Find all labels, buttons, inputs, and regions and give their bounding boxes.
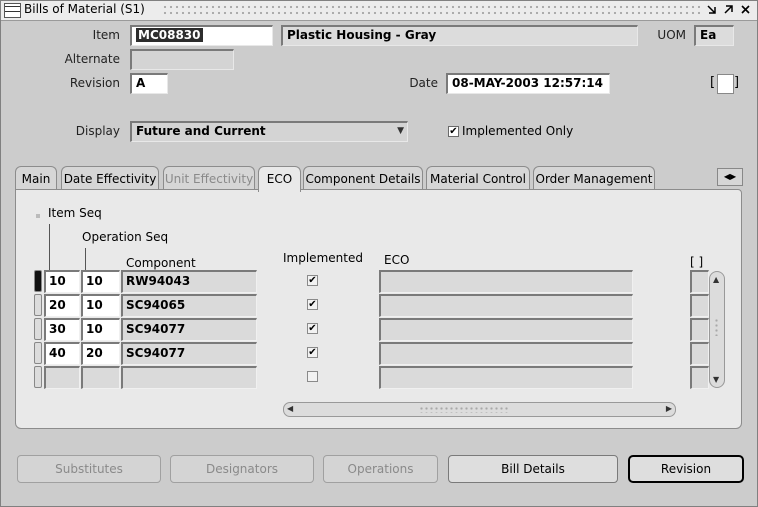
- flexfield-cell[interactable]: [690, 270, 709, 293]
- item-seq-marker: [36, 214, 40, 218]
- item-seq-cell[interactable]: 40: [44, 342, 80, 365]
- alternate-label: Alternate: [64, 52, 120, 66]
- eco-cell[interactable]: [379, 318, 633, 341]
- implemented-checkbox[interactable]: ✔: [307, 347, 318, 358]
- flexfield-cell[interactable]: [690, 318, 709, 341]
- alternate-field[interactable]: [130, 49, 234, 70]
- row-indicator[interactable]: [34, 342, 42, 364]
- eco-cell[interactable]: [379, 270, 633, 293]
- display-label: Display: [75, 124, 120, 138]
- app-icon: [4, 3, 21, 18]
- col-implemented: Implemented: [283, 251, 363, 265]
- item-seq-connector: [49, 224, 50, 270]
- tab-scroll-arrows-icon[interactable]: ◀▶: [717, 168, 743, 186]
- col-flexfield: [ ]: [690, 255, 704, 269]
- scroll-thumb[interactable]: [714, 318, 720, 336]
- tab-eco[interactable]: ECO: [258, 166, 301, 192]
- descriptive-flexfield[interactable]: [ ]: [710, 74, 740, 94]
- tab-material-control[interactable]: Material Control: [426, 166, 530, 190]
- item-description-field[interactable]: Plastic Housing - Gray: [281, 25, 638, 46]
- flexfield-bracket-left: [: [710, 75, 716, 90]
- uom-label: UOM: [657, 28, 686, 42]
- implemented-checkbox[interactable]: [307, 371, 318, 382]
- op-seq-cell[interactable]: 10: [81, 294, 120, 317]
- implemented-checkbox[interactable]: ✔: [307, 299, 318, 310]
- op-seq-cell[interactable]: 10: [81, 318, 120, 341]
- tab-main[interactable]: Main: [15, 166, 57, 190]
- scroll-right-icon[interactable]: ▶: [666, 404, 672, 413]
- row-indicator[interactable]: [34, 366, 42, 388]
- window-title: Bills of Material (S1): [24, 2, 145, 16]
- tab-date-effectivity[interactable]: Date Effectivity: [61, 166, 159, 190]
- eco-cell[interactable]: [379, 294, 633, 317]
- titlebar-pattern: [162, 4, 700, 15]
- component-cell[interactable]: [121, 366, 257, 389]
- flexfield-cell[interactable]: [690, 342, 709, 365]
- col-operation-seq: Operation Seq: [82, 230, 169, 244]
- item-label: Item: [92, 28, 120, 42]
- item-field[interactable]: MC08830: [130, 25, 273, 46]
- row-indicator[interactable]: [34, 270, 42, 292]
- vertical-scrollbar[interactable]: ▲ ▼: [709, 271, 725, 388]
- flexfield-bracket-right: ]: [734, 75, 740, 90]
- revision-field[interactable]: A: [130, 73, 168, 94]
- scroll-left-icon[interactable]: ◀: [287, 404, 293, 413]
- designators-button: Designators: [170, 455, 314, 483]
- chevron-down-icon: ▼: [397, 126, 404, 136]
- item-value: MC08830: [136, 28, 203, 42]
- display-value: Future and Current: [136, 124, 266, 138]
- revision-button[interactable]: Revision: [628, 455, 744, 483]
- eco-cell[interactable]: [379, 366, 633, 389]
- substitutes-button: Substitutes: [17, 455, 161, 483]
- display-select[interactable]: Future and Current ▼: [130, 121, 408, 142]
- date-field[interactable]: 08-MAY-2003 12:57:14: [446, 73, 610, 94]
- col-component: Component: [126, 256, 196, 270]
- flexfield-cell[interactable]: [690, 294, 709, 317]
- implemented-checkbox[interactable]: ✔: [307, 275, 318, 286]
- op-seq-cell[interactable]: 10: [81, 270, 120, 293]
- date-label: Date: [409, 76, 438, 90]
- minimize-icon[interactable]: [705, 3, 718, 16]
- col-eco: ECO: [384, 253, 410, 267]
- component-cell[interactable]: SC94077: [121, 342, 257, 365]
- col-item-seq: Item Seq: [48, 206, 102, 220]
- item-seq-cell[interactable]: 20: [44, 294, 80, 317]
- tab-unit-effectivity: Unit Effectivity: [163, 166, 255, 190]
- component-cell[interactable]: RW94043: [121, 270, 257, 293]
- close-icon[interactable]: [739, 3, 752, 16]
- item-seq-cell[interactable]: [44, 366, 80, 389]
- implemented-only-label: Implemented Only: [462, 124, 574, 138]
- implemented-checkbox[interactable]: ✔: [307, 323, 318, 334]
- row-indicator[interactable]: [34, 318, 42, 340]
- horizontal-scroll-thumb[interactable]: [419, 406, 509, 413]
- tab-component-details[interactable]: Component Details: [303, 166, 423, 190]
- tab-order-management[interactable]: Order Management: [533, 166, 655, 190]
- bill-details-button[interactable]: Bill Details: [448, 455, 618, 483]
- flexfield-cell[interactable]: [690, 366, 709, 389]
- op-seq-cell[interactable]: 20: [81, 342, 120, 365]
- operations-button: Operations: [323, 455, 438, 483]
- uom-field[interactable]: Ea: [694, 25, 734, 46]
- row-indicator[interactable]: [34, 294, 42, 316]
- item-seq-cell[interactable]: 10: [44, 270, 80, 293]
- eco-cell[interactable]: [379, 342, 633, 365]
- component-cell[interactable]: SC94077: [121, 318, 257, 341]
- maximize-icon[interactable]: [722, 3, 735, 16]
- op-seq-cell[interactable]: [81, 366, 120, 389]
- scroll-down-icon[interactable]: ▼: [713, 375, 719, 384]
- item-seq-cell[interactable]: 30: [44, 318, 80, 341]
- scroll-up-icon[interactable]: ▲: [713, 275, 719, 284]
- implemented-only-checkbox[interactable]: ✔: [448, 126, 459, 137]
- revision-label: Revision: [69, 76, 120, 90]
- horizontal-scrollbar[interactable]: ◀ ▶: [283, 402, 676, 417]
- flexfield-box: [717, 74, 734, 94]
- component-cell[interactable]: SC94065: [121, 294, 257, 317]
- op-seq-connector: [85, 248, 86, 270]
